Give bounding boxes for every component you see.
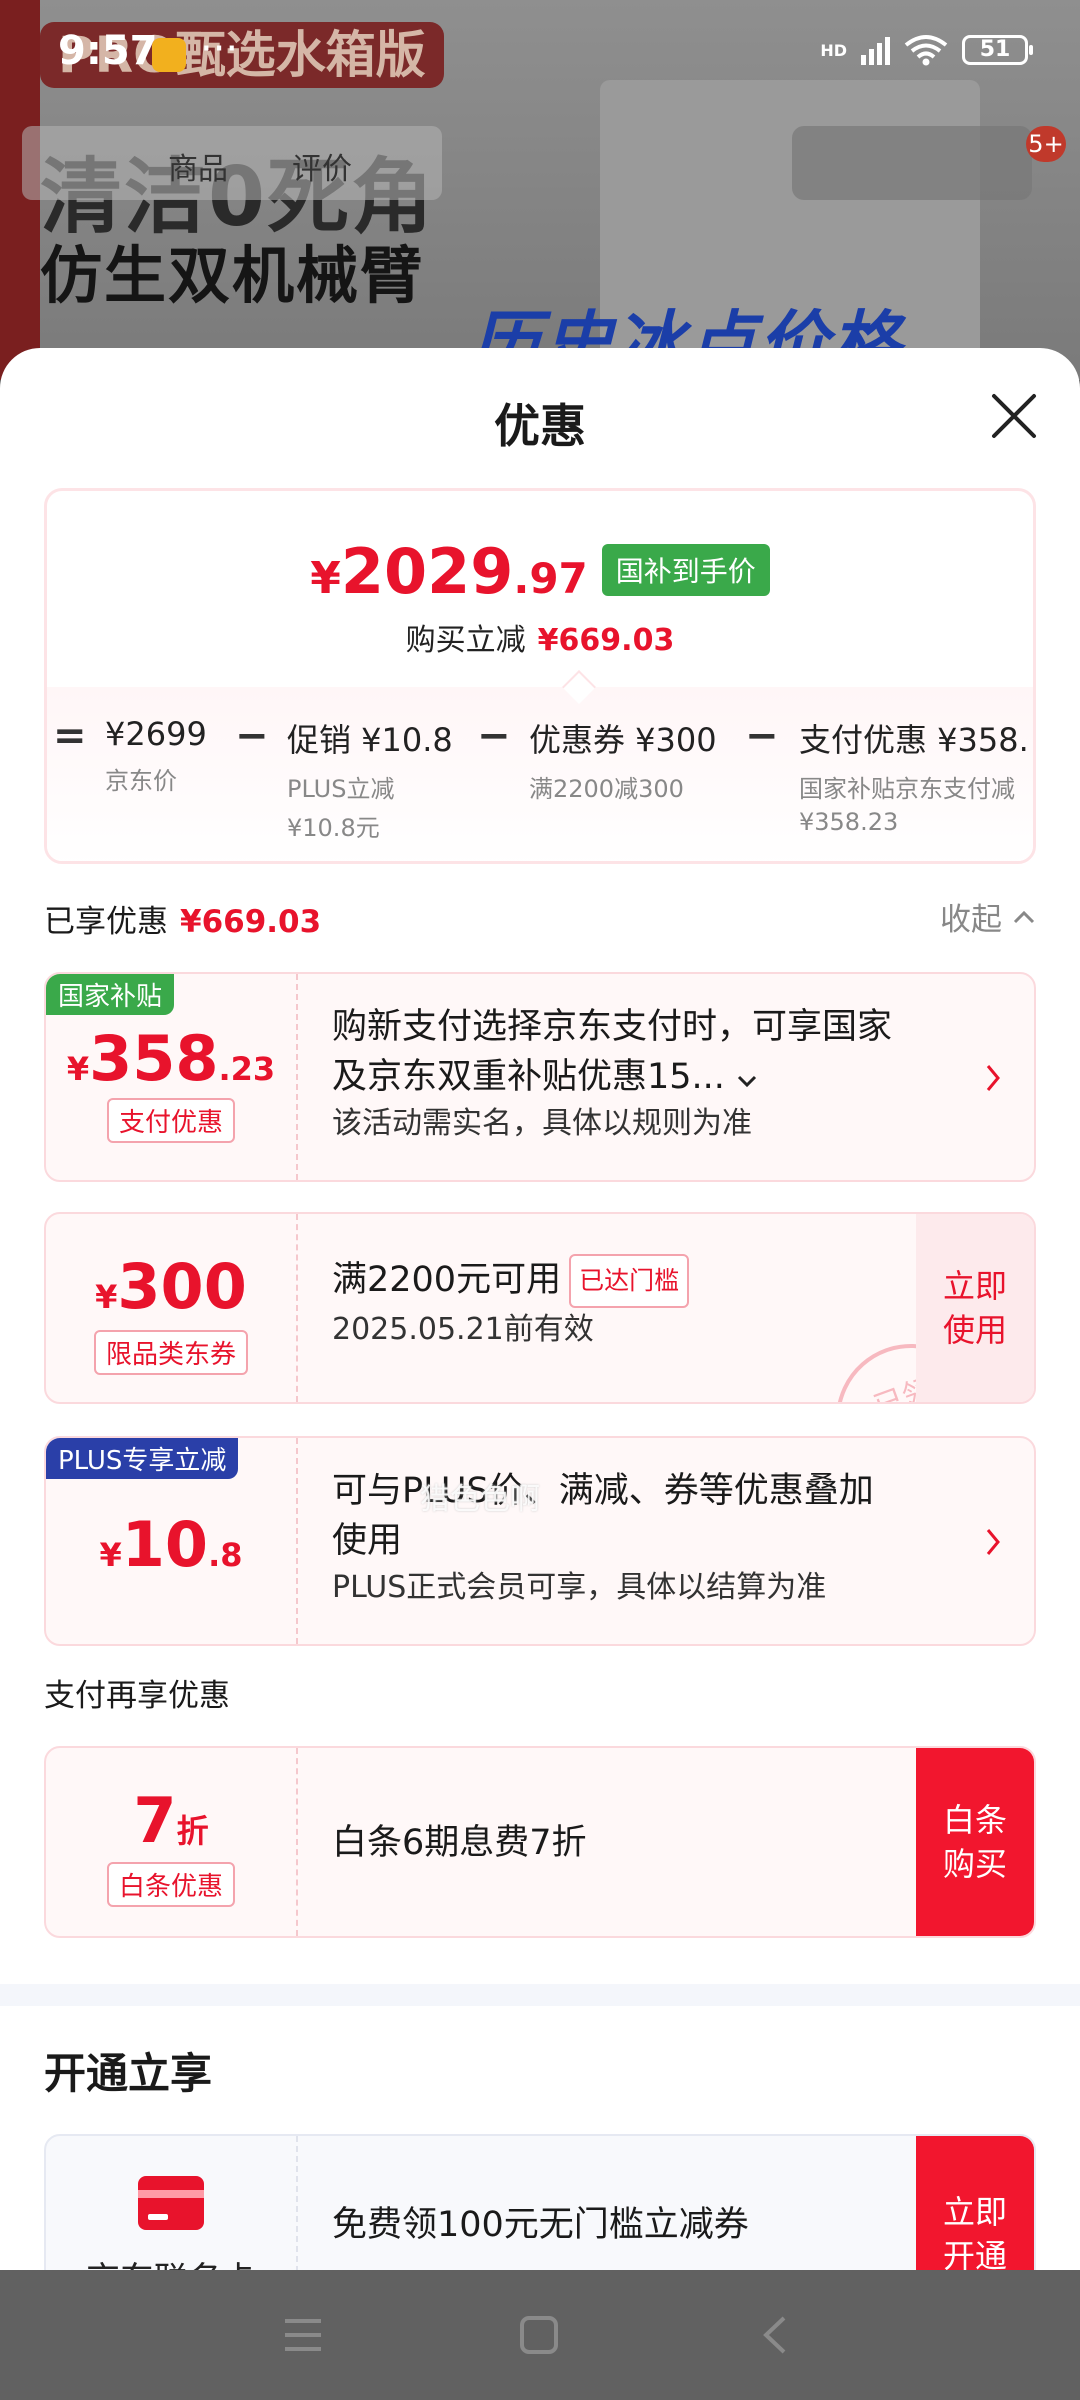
background-top-bar: 商品 评价 [22, 126, 1032, 200]
watermark: 猎色色啊 [420, 1482, 540, 1517]
background-actions [792, 126, 1032, 200]
open-section-title: 开通立享 [44, 2049, 213, 2098]
price-breakdown: = ¥2699 京东价 − 促销 ¥10.8 PLUS立减 ¥10.8元 − 优… [47, 687, 1033, 861]
pay-section-title: 支付再享优惠 [44, 1678, 230, 1714]
offer-description: 免费领100元无门槛立减券 [332, 2205, 749, 2245]
offer-amount-panel: PLUS专享立减 ¥10.8 [46, 1438, 298, 1644]
offer-description: 满2200元可用 已达门槛 2025.05.21前有效 [332, 1254, 894, 1352]
notification-app-icon [152, 38, 186, 72]
close-icon[interactable] [986, 388, 1042, 444]
background-tabs: 商品 评价 [22, 126, 442, 200]
baitiao-buy-button[interactable]: 白条 购买 [916, 1748, 1034, 1936]
breakdown-promo: 促销 ¥10.8 PLUS立减 ¥10.8元 [287, 721, 453, 842]
offer-card-jd-cobrand: 京东联名卡 免费领100元无门槛立减券 立即开通 [44, 2134, 1036, 2270]
menu-icon[interactable] [268, 2300, 338, 2370]
back-icon[interactable] [740, 2300, 810, 2370]
national-subsidy-tag: 国家补贴 [46, 974, 175, 1015]
card-panel: 京东联名卡 [46, 2136, 298, 2270]
threshold-reached-tag: 已达门槛 [569, 1254, 690, 1308]
tab-goods: 商品 [168, 152, 228, 187]
guobu-price-tag: 国补到手价 [601, 544, 770, 596]
baitiao-discount: 7折 [133, 1784, 209, 1857]
chevron-down-icon[interactable] [736, 1074, 758, 1088]
status-time: 9:57 [58, 28, 158, 74]
plus-exclusive-tag: PLUS专享立减 [46, 1438, 239, 1479]
category-coupon-tag: 限品类东券 [93, 1330, 249, 1375]
minus-sign: − [235, 713, 269, 759]
sheet-title: 优惠 [494, 399, 586, 453]
credit-card-icon [138, 2176, 204, 2230]
use-now-button[interactable]: 立即 使用 [916, 1214, 1034, 1402]
breakdown-jd-price: ¥2699 京东价 [105, 715, 207, 795]
enjoyed-discount-row: 已享优惠 ¥669.03 [44, 904, 322, 940]
battery-icon: 51 [962, 35, 1033, 65]
price-summary-card: ¥2029.97 国补到手价 购买立减 ¥669.03 = ¥2699 京东价 −… [44, 488, 1036, 864]
background-headline-2: 仿生双机械臂 [40, 239, 425, 312]
minus-sign: − [745, 713, 779, 759]
open-now-button[interactable]: 立即 开通 [916, 2136, 1034, 2270]
offer-card-baitiao: 7折 白条优惠 白条6期息费7折 白条 购买 [44, 1746, 1036, 1938]
baitiao-tag: 白条优惠 [106, 1862, 236, 1907]
minus-sign: − [477, 713, 511, 759]
status-bar: 9:57 ··· HD 51 [0, 0, 1080, 110]
chevron-right-icon[interactable] [984, 1060, 1004, 1096]
breakdown-coupon: 优惠券 ¥300 满2200减300 [529, 721, 717, 803]
offer-amount: ¥10.8 [99, 1508, 243, 1581]
enjoyed-value: ¥669.03 [180, 904, 322, 940]
offer-card-coupon: ¥300 限品类东券 满2200元可用 已达门槛 2025.05.21前有效 已领… [44, 1212, 1036, 1404]
system-nav-bar [0, 2270, 1080, 2400]
breakdown-pay: 支付优惠 ¥358. 国家补贴京东支付减 ¥358.23 [799, 721, 1029, 836]
cart-badge: 5+ [1026, 126, 1066, 162]
offer-card-national-subsidy[interactable]: 国家补贴 ¥358.23 支付优惠 购新支付选择京东支付时，可享国家 及京东双重… [44, 972, 1036, 1182]
status-icons: HD 51 [820, 34, 1033, 66]
offer-amount: ¥300 [95, 1250, 247, 1323]
offer-amount-panel: 7折 白条优惠 [46, 1748, 298, 1936]
chevron-right-icon[interactable] [984, 1524, 1004, 1560]
tab-review: 评价 [292, 152, 352, 187]
saving-line: 购买立减 ¥669.03 [405, 623, 675, 658]
offer-amount: ¥358.23 [66, 1022, 276, 1095]
equals-sign: = [53, 713, 87, 759]
pay-discount-tag: 支付优惠 [106, 1098, 236, 1143]
collapse-button[interactable]: 收起 [940, 894, 1036, 939]
wifi-icon [904, 35, 948, 66]
hd-indicator: HD [820, 40, 847, 60]
chevron-up-icon [1013, 910, 1035, 923]
offer-amount-panel: 国家补贴 ¥358.23 支付优惠 [46, 974, 298, 1180]
final-price: ¥2029.97 [310, 535, 588, 608]
saving-value: ¥669.03 [537, 623, 675, 658]
jd-cobrand-card-name: 京东联名卡 [46, 2252, 296, 2270]
more-notifications-icon: ··· [200, 26, 239, 72]
offer-description: 购新支付选择京东支付时，可享国家 及京东双重补贴优惠15... 该活动需实名，具… [332, 1007, 893, 1141]
discount-sheet: 优惠 ¥2029.97 国补到手价 购买立减 ¥669.03 = ¥2699 京东… [0, 348, 1080, 2270]
offer-description: 白条6期息费7折 [332, 1823, 587, 1863]
offer-card-plus[interactable]: PLUS专享立减 ¥10.8 可与PLUS价、满减、券等优惠叠加 使用 PLUS… [44, 1436, 1036, 1646]
signal-icon [861, 35, 890, 65]
offer-amount-panel: ¥300 限品类东券 [46, 1214, 298, 1402]
section-divider [0, 1984, 1080, 2006]
home-icon[interactable] [504, 2300, 574, 2370]
final-price-row: ¥2029.97 国补到手价 [47, 535, 1033, 608]
